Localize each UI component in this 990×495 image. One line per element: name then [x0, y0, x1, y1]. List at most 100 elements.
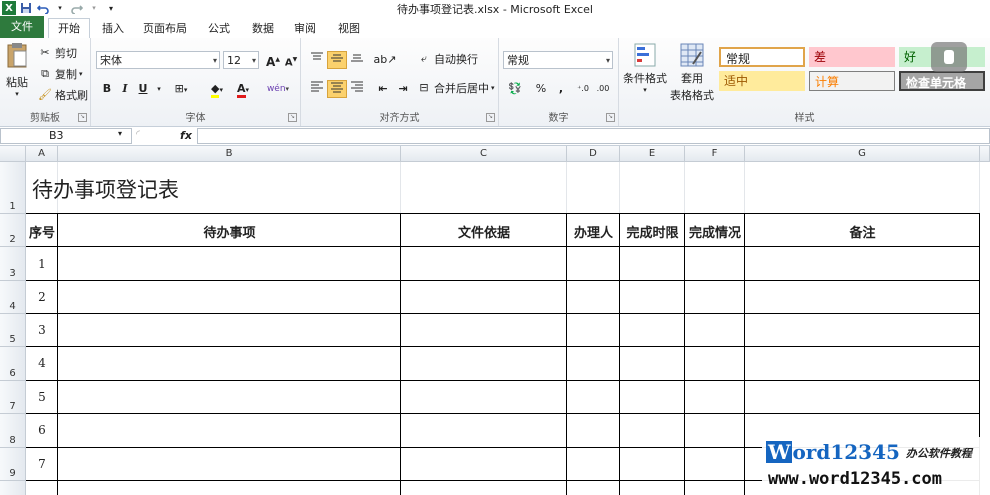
format-as-table-button[interactable]: 套用 表格格式 [667, 42, 717, 103]
row-header[interactable]: 1 [0, 162, 26, 214]
clipboard-launcher-icon[interactable]: ↘ [78, 113, 87, 122]
sheet-title[interactable]: 待办事项登记表 [32, 174, 179, 204]
column-header[interactable]: D [567, 146, 620, 162]
font-size-combo[interactable]: 12 ▾ [223, 51, 259, 69]
tab-view[interactable]: 视图 [332, 19, 366, 38]
align-center-button[interactable] [327, 80, 347, 98]
style-calculation[interactable]: 计算 [809, 71, 895, 91]
row-header[interactable]: 2 [0, 214, 26, 247]
header-cell[interactable]: 待办事项 [58, 222, 401, 241]
name-box[interactable]: B3 [0, 128, 132, 144]
font-color-button[interactable]: A▾ [231, 80, 255, 98]
column-header[interactable]: B [58, 146, 401, 162]
column-header[interactable]: A [26, 146, 58, 162]
row-number-cell[interactable]: 7 [26, 457, 58, 471]
italic-button[interactable]: I [115, 80, 135, 98]
cut-button[interactable]: ✂ 剪切 [38, 45, 77, 61]
row-number-cell[interactable]: 4 [26, 356, 58, 370]
bold-button[interactable]: B [97, 80, 117, 98]
header-cell[interactable]: 办理人 [567, 222, 620, 241]
comma-style-button[interactable]: , [551, 80, 571, 98]
increase-decimal-button[interactable]: ⁺.0 [573, 80, 593, 98]
conditional-format-button[interactable]: 条件格式 ▾ [623, 42, 667, 94]
insert-function-button[interactable]: fx [176, 128, 196, 144]
accounting-format-button[interactable]: 💱 [503, 80, 527, 98]
tab-home[interactable]: 开始 [48, 18, 90, 40]
fill-color-button[interactable]: ◆▾ [205, 80, 229, 98]
number-launcher-icon[interactable]: ↘ [606, 113, 615, 122]
align-middle-button[interactable] [327, 51, 347, 69]
row-number-cell[interactable]: 6 [26, 423, 58, 437]
style-bad[interactable]: 差 [809, 47, 895, 67]
row-header[interactable]: 3 [0, 247, 26, 281]
header-cell[interactable]: 文件依据 [401, 222, 567, 241]
number-group-label: 数字 [548, 113, 569, 124]
alignment-group-label: 对齐方式 [379, 113, 420, 124]
wrap-text-button[interactable]: ⤶ 自动换行 [417, 51, 478, 67]
percent-button[interactable]: % [531, 80, 551, 98]
column-header[interactable]: F [685, 146, 745, 162]
number-group: 常规 ▾ 💱 % , ⁺.0 .00 数字 ↘ [499, 38, 619, 126]
style-normal[interactable]: 常规 [719, 47, 805, 67]
grow-font-button[interactable]: A▲ [263, 51, 283, 69]
increase-decimal-icon: ⁺.0 [577, 84, 589, 93]
tab-data[interactable]: 数据 [246, 19, 280, 38]
align-right-button[interactable] [347, 80, 367, 98]
formula-cancel-icon[interactable]: ◜ [136, 129, 140, 140]
select-all-corner[interactable] [0, 146, 26, 162]
row-header[interactable]: 8 [0, 414, 26, 448]
tab-review[interactable]: 审阅 [288, 19, 322, 38]
decrease-decimal-button[interactable]: .00 [593, 80, 613, 98]
row-header[interactable]: 6 [0, 347, 26, 381]
copy-icon: ⧉ [41, 67, 49, 80]
style-neutral[interactable]: 适中 [719, 71, 805, 91]
header-cell[interactable]: 完成情况 [685, 222, 745, 241]
column-header[interactable]: E [620, 146, 685, 162]
header-cell[interactable]: 备注 [745, 222, 980, 241]
row-header[interactable]: 4 [0, 281, 26, 314]
name-box-dropdown-icon[interactable]: ▾ [118, 129, 122, 138]
scissors-icon: ✂ [40, 46, 50, 59]
align-bottom-button[interactable] [347, 51, 367, 69]
styles-group: 条件格式 ▾ 套用 表格格式 常规 差 好 适中 计算 检查单元格 样式 [619, 38, 990, 126]
copy-button[interactable]: ⧉ 复制 ▾ [38, 66, 82, 82]
merge-center-button[interactable]: ⊟ 合并后居中 ▾ [417, 80, 494, 96]
style-check-cell[interactable]: 检查单元格 [899, 71, 985, 91]
header-cell[interactable]: 序号 [26, 222, 58, 241]
phonetic-button[interactable]: wén▾ [263, 80, 293, 98]
tab-file[interactable]: 文件 [0, 16, 44, 38]
row-number-cell[interactable]: 5 [26, 390, 58, 404]
row-header[interactable]: 9 [0, 448, 26, 481]
increase-indent-button[interactable]: ⇥ [393, 80, 413, 98]
border-grid-icon: ⊞ [174, 82, 184, 95]
alignment-launcher-icon[interactable]: ↘ [486, 113, 495, 122]
chevron-down-icon: ▾ [251, 56, 256, 65]
font-launcher-icon[interactable]: ↘ [288, 113, 297, 122]
alignment-group: ab↗ ⤶ 自动换行 ⇤ ⇥ ⊟ 合并后居中 ▾ 对齐方式 ↘ [301, 38, 499, 126]
decrease-decimal-icon: .00 [596, 84, 610, 93]
tab-formulas[interactable]: 公式 [202, 19, 236, 38]
header-cell[interactable]: 完成时限 [620, 222, 685, 241]
row-number-cell[interactable]: 1 [26, 257, 58, 271]
tab-page-layout[interactable]: 页面布局 [140, 19, 190, 38]
font-name-combo[interactable]: 宋体 ▾ [96, 51, 220, 69]
row-header[interactable] [0, 481, 26, 495]
row-number-cell[interactable]: 2 [26, 290, 58, 304]
borders-button[interactable]: ⊞▾ [171, 80, 191, 98]
shrink-font-button[interactable]: A▼ [281, 51, 301, 69]
underline-dropdown-icon[interactable]: ▾ [149, 80, 169, 98]
format-painter-button[interactable]: 🖌 格式刷 [38, 87, 88, 103]
align-top-button[interactable] [307, 51, 327, 69]
column-header[interactable]: C [401, 146, 567, 162]
paste-button[interactable]: 粘贴 ▾ [4, 42, 30, 98]
decrease-indent-button[interactable]: ⇤ [373, 80, 393, 98]
align-left-button[interactable] [307, 80, 327, 98]
number-format-combo[interactable]: 常规 ▾ [503, 51, 613, 69]
formula-input[interactable] [197, 128, 990, 144]
row-header[interactable]: 7 [0, 381, 26, 414]
column-header[interactable]: G [745, 146, 980, 162]
row-number-cell[interactable]: 3 [26, 323, 58, 337]
orientation-button[interactable]: ab↗ [373, 51, 397, 69]
row-header[interactable]: 5 [0, 314, 26, 347]
tab-insert[interactable]: 插入 [96, 19, 130, 38]
